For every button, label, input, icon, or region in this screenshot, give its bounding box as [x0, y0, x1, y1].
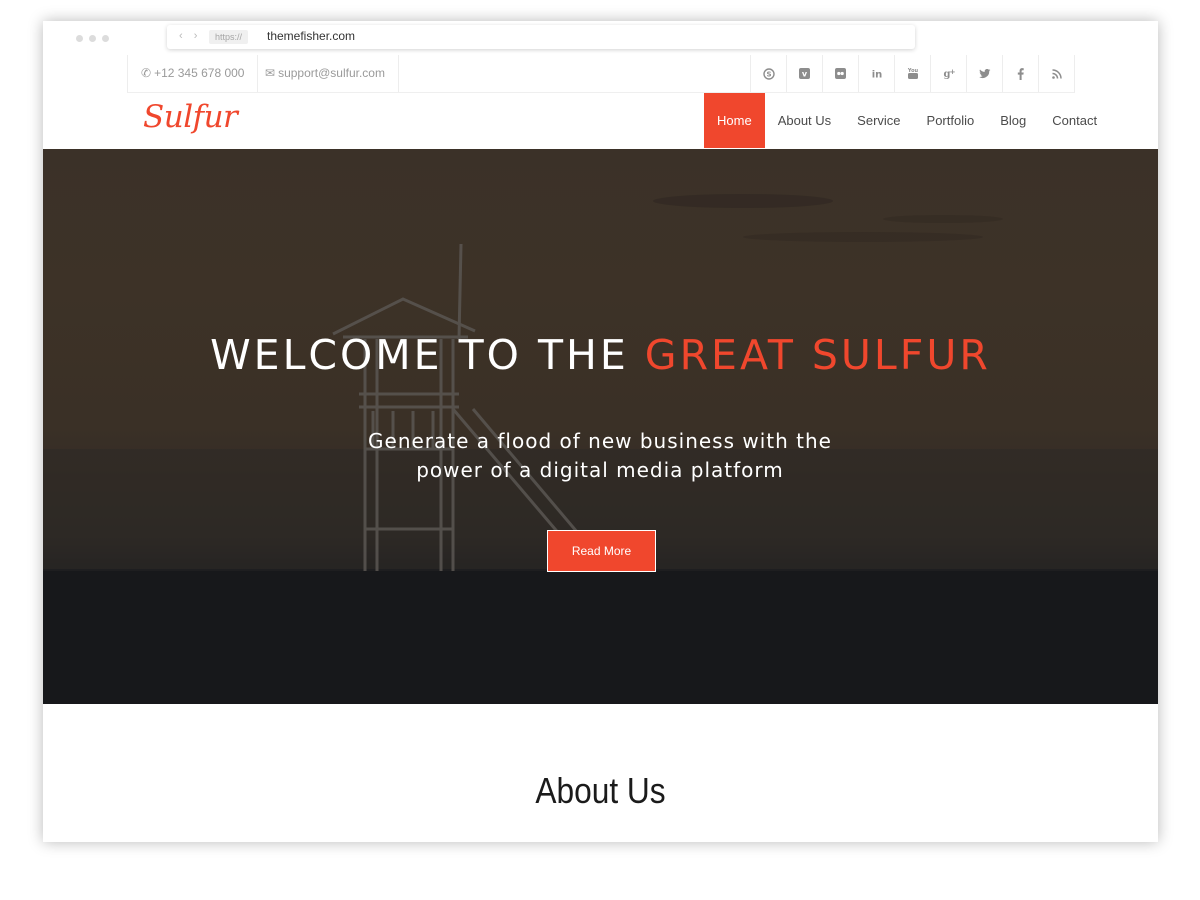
flickr-icon[interactable] — [822, 55, 858, 92]
window-dot-icon[interactable] — [76, 35, 83, 42]
phone-number: +12 345 678 000 — [154, 66, 245, 80]
hero-title-accent: GREAT SULFUR — [644, 331, 991, 379]
facebook-icon[interactable] — [1002, 55, 1038, 92]
skype-icon[interactable]: S — [750, 55, 786, 92]
url-scheme: https:// — [209, 30, 249, 44]
vimeo-icon[interactable]: v — [786, 55, 822, 92]
read-more-button[interactable]: Read More — [547, 530, 656, 572]
browser-chrome: ‹ › https:// themefisher.com — [43, 21, 1158, 55]
youtube-icon[interactable]: You — [894, 55, 930, 92]
nav-item-about-us[interactable]: About Us — [765, 93, 844, 148]
svg-text:in: in — [871, 70, 882, 80]
google-plus-icon[interactable]: g + — [930, 55, 966, 92]
main-navbar: Sulfur Home About Us Service Portfolio B… — [43, 93, 1158, 149]
nav-arrows-icon[interactable]: ‹ › — [179, 30, 201, 42]
window-dot-icon[interactable] — [89, 35, 96, 42]
email-contact[interactable]: ✉ support@sulfur.com — [252, 55, 399, 92]
social-links: S v in You g + — [750, 55, 1074, 92]
rss-icon[interactable] — [1038, 55, 1074, 92]
phone-icon: ✆ — [141, 66, 152, 80]
phone-contact[interactable]: ✆ +12 345 678 000 — [128, 55, 259, 92]
hero-subtitle-line-2: power of a digital media platform — [416, 458, 784, 482]
nav-item-home[interactable]: Home — [704, 93, 765, 148]
site-logo[interactable]: Sulfur — [143, 99, 238, 135]
linkedin-icon[interactable]: in — [858, 55, 894, 92]
about-section-title: About Us — [535, 770, 666, 811]
hero-banner: WELCOME TO THE GREAT SULFUR Generate a f… — [43, 149, 1158, 704]
hero-title-plain: WELCOME TO THE — [210, 331, 645, 379]
hero-subtitle: Generate a flood of new business with th… — [350, 427, 850, 485]
svg-text:v: v — [802, 70, 808, 79]
svg-text:+: + — [950, 68, 955, 76]
email-address: support@sulfur.com — [278, 66, 385, 80]
nav-item-portfolio[interactable]: Portfolio — [914, 93, 988, 148]
address-bar[interactable]: ‹ › https:// themefisher.com — [167, 25, 915, 49]
nav-item-blog[interactable]: Blog — [987, 93, 1039, 148]
nav-item-contact[interactable]: Contact — [1039, 93, 1110, 148]
hero-subtitle-line-1: Generate a flood of new business with th… — [368, 429, 832, 453]
contact-topbar: ✆ +12 345 678 000 ✉ support@sulfur.com S v… — [127, 55, 1075, 93]
browser-window: ‹ › https:// themefisher.com ✆ +12 345 67… — [43, 21, 1158, 842]
url-domain[interactable]: themefisher.com — [267, 29, 355, 43]
svg-text:S: S — [766, 70, 771, 78]
main-menu: Home About Us Service Portfolio Blog Con… — [704, 93, 1110, 148]
twitter-icon[interactable] — [966, 55, 1002, 92]
nav-item-service[interactable]: Service — [844, 93, 913, 148]
hero-title: WELCOME TO THE GREAT SULFUR — [43, 331, 1158, 379]
window-dot-icon[interactable] — [102, 35, 109, 42]
envelope-icon: ✉ — [265, 66, 276, 80]
